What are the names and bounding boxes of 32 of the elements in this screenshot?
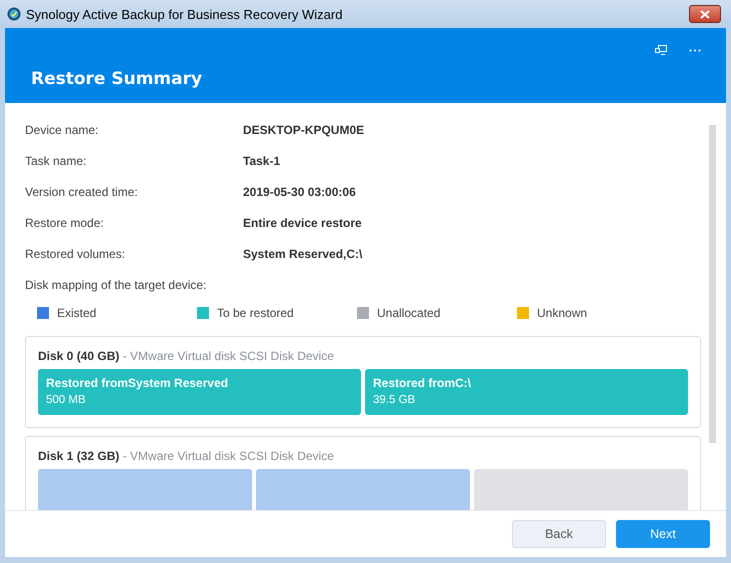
field-value: System Reserved,C:\ — [243, 247, 362, 263]
disk-name: Disk 1 (32 GB) — [38, 449, 120, 463]
partition-title: Restored fromC:\ — [373, 376, 472, 390]
partition-size: 500 MB — [46, 394, 87, 406]
field-value: Entire device restore — [243, 216, 362, 232]
close-icon — [700, 10, 710, 18]
field-label: Restore mode: — [25, 216, 105, 232]
window-title: Synology Active Backup for Business Recovery Wizard — [26, 6, 344, 22]
scrollbar-thumb[interactable] — [709, 125, 716, 443]
more-icon[interactable] — [689, 48, 701, 52]
partition-title: Restored fromSystem Reserved — [46, 376, 230, 390]
disk-model: - VMware Virtual disk SCSI Disk Device — [122, 349, 334, 363]
legend-label: To be restored — [217, 306, 294, 320]
field-label: Device name: — [25, 123, 100, 139]
field-value: 2019-05-30 03:00:06 — [243, 185, 356, 201]
legend-label: Unallocated — [377, 306, 440, 320]
back-button[interactable]: Back — [512, 520, 606, 548]
disk-model: - VMware Virtual disk SCSI Disk Device — [122, 449, 334, 463]
field-value: DESKTOP-KPQUM0E — [243, 123, 364, 139]
partition-size: 39.5 GB — [373, 394, 416, 406]
field-label: Restored volumes: — [25, 247, 126, 263]
close-button[interactable] — [689, 5, 721, 23]
field-label: Task name: — [25, 154, 88, 170]
legend-label: Existed — [57, 306, 96, 320]
disk-name: Disk 0 (40 GB) — [38, 349, 120, 363]
section-label: Disk mapping of the target device: — [25, 278, 208, 292]
field-value: Task-1 — [243, 154, 280, 170]
app-icon — [7, 7, 21, 21]
field-label: Version created time: — [25, 185, 139, 201]
monitor-icon[interactable] — [655, 44, 667, 56]
legend-label: Unknown — [537, 306, 588, 320]
page-title: Restore Summary — [31, 69, 204, 89]
